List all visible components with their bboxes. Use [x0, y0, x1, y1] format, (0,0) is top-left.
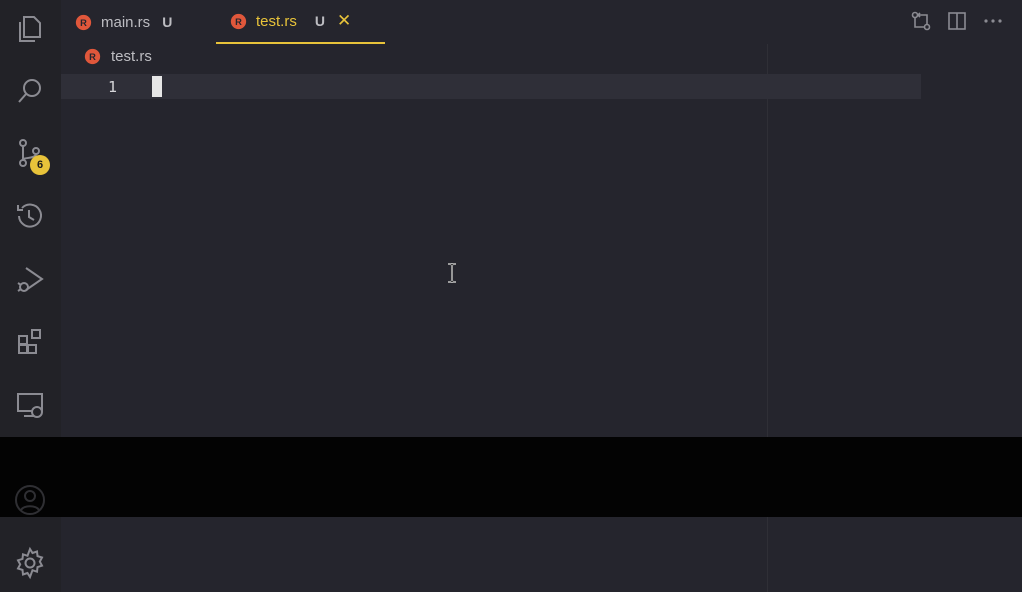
remote-explorer-icon[interactable] — [11, 385, 49, 423]
timeline-icon[interactable] — [11, 197, 49, 235]
account-icon[interactable] — [13, 483, 47, 517]
run-debug-icon[interactable] — [11, 260, 49, 298]
tab-status: U — [162, 14, 173, 30]
extensions-icon[interactable] — [11, 322, 49, 360]
svg-text:R: R — [235, 16, 242, 26]
rust-file-icon: R — [230, 13, 247, 29]
split-editor-icon[interactable] — [946, 10, 968, 32]
tab-status: U — [314, 13, 325, 29]
search-icon[interactable] — [11, 72, 49, 110]
tab-label: test.rs — [256, 12, 297, 30]
text-cursor — [152, 76, 162, 97]
rust-file-icon: R — [84, 48, 101, 65]
breadcrumb[interactable]: R test.rs — [84, 48, 152, 65]
current-line-highlight — [61, 74, 921, 99]
svg-text:R: R — [89, 52, 96, 62]
open-changes-icon[interactable] — [910, 10, 932, 32]
settings-icon[interactable] — [13, 546, 47, 580]
files-icon[interactable] — [11, 10, 49, 48]
tab-label: main.rs — [101, 13, 151, 31]
close-icon[interactable]: ✕ — [337, 11, 351, 31]
breadcrumb-file: test.rs — [111, 48, 152, 65]
tab-test-rs[interactable]: R test.rs U ✕ — [216, 0, 385, 44]
source-control-badge: 6 — [30, 155, 50, 175]
editor-actions — [910, 10, 1004, 32]
overlay-band — [0, 437, 1022, 517]
rust-file-icon: R — [75, 14, 92, 30]
svg-text:R: R — [80, 17, 87, 27]
more-actions-icon[interactable] — [982, 10, 1004, 32]
vscode-window: 6 R main.rs U R test.rs U ✕ R test.rs 1 — [0, 0, 1022, 592]
tab-bar: R main.rs U R test.rs U ✕ — [61, 0, 1022, 44]
ibeam-cursor-icon — [448, 263, 456, 283]
tab-main-rs[interactable]: R main.rs U — [75, 0, 172, 44]
line-number: 1 — [108, 78, 118, 96]
